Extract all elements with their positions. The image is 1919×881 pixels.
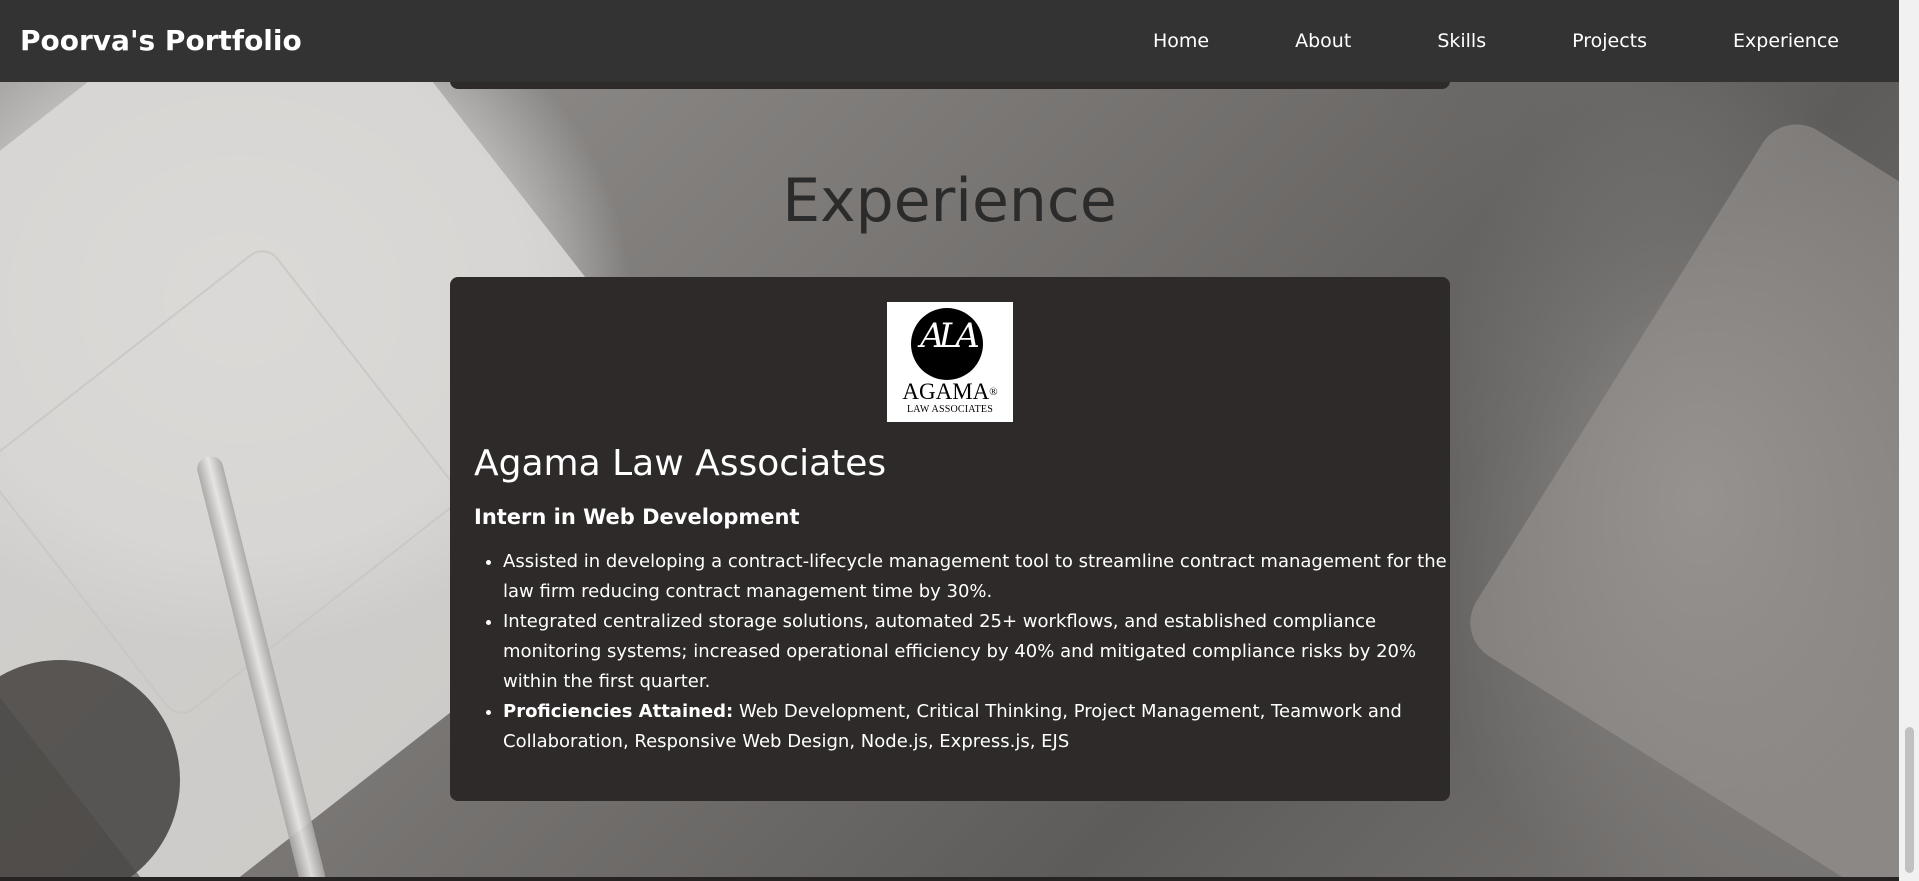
scrollbar-thumb[interactable] <box>1905 727 1914 873</box>
logo-circle-icon: ALA <box>911 308 983 380</box>
nav-link-about[interactable]: About <box>1252 30 1394 52</box>
logo-name: AGAMA® <box>902 379 998 404</box>
section-title: Experience <box>782 166 1117 236</box>
bullet-item: Assisted in developing a contract-lifecy… <box>503 547 1459 607</box>
nav-links: Home About Skills Projects Experience <box>1110 0 1839 82</box>
nav-link-home[interactable]: Home <box>1110 30 1252 52</box>
nav-link-experience[interactable]: Experience <box>1690 30 1839 52</box>
experience-card: ALA AGAMA® LAW ASSOCIATES Agama Law Asso… <box>450 277 1450 801</box>
logo-monogram: ALA <box>920 316 980 356</box>
nav-link-projects[interactable]: Projects <box>1529 30 1690 52</box>
experience-bullets: Assisted in developing a contract-lifecy… <box>474 547 1459 757</box>
bullet-item: Integrated centralized storage solutions… <box>503 607 1459 697</box>
navbar: Poorva's Portfolio Home About Skills Pro… <box>0 0 1899 82</box>
bullet-item-proficiencies: Proficiencies Attained: Web Development,… <box>503 697 1459 757</box>
proficiencies-label: Proficiencies Attained: <box>503 701 734 722</box>
company-logo: ALA AGAMA® LAW ASSOCIATES <box>887 302 1013 422</box>
role-title: Intern in Web Development <box>474 505 800 529</box>
scrollbar[interactable] <box>1899 0 1919 881</box>
page-bottom-edge <box>0 877 1899 881</box>
nav-link-skills[interactable]: Skills <box>1394 30 1529 52</box>
company-name: Agama Law Associates <box>474 443 887 484</box>
brand-title[interactable]: Poorva's Portfolio <box>20 0 302 82</box>
logo-subtitle: LAW ASSOCIATES <box>907 404 993 415</box>
